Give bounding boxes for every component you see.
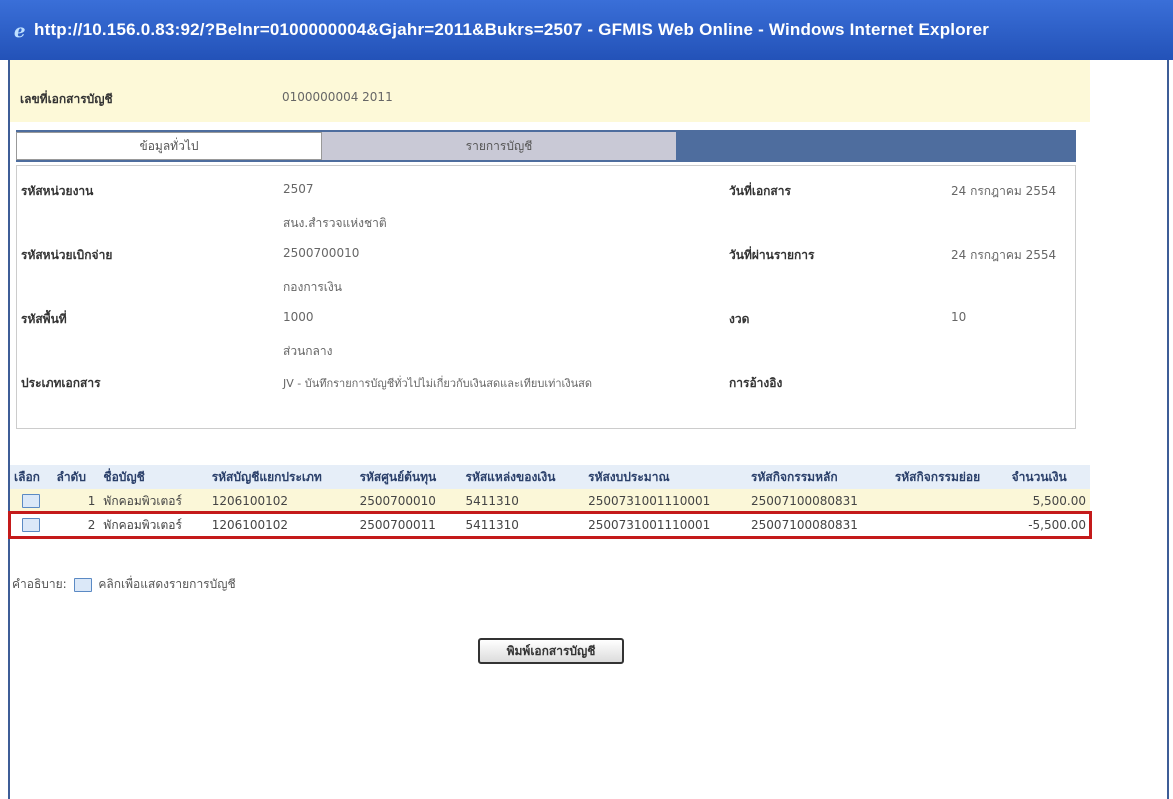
table-row: 1 พักคอมพิวเตอร์ 1206100102 2500700010 5… xyxy=(10,489,1090,513)
col-budget-code: รหัสงบประมาณ xyxy=(584,465,748,489)
legend-text: คลิกเพื่อแสดงรายการบัญชี xyxy=(98,577,236,591)
area-code: 1000 xyxy=(283,310,314,324)
unit-code: 2507 xyxy=(283,182,314,196)
row-main-activity: 25007100080831 xyxy=(747,489,891,513)
window-title-bar: ℯ http://10.156.0.83:92/?Belnr=010000000… xyxy=(0,0,1173,60)
period-label: งวด xyxy=(729,312,750,326)
doctype-value: JV - บันทึกรายการบัญชีทั่วไปไม่เกี่ยวกับ… xyxy=(283,377,593,390)
col-account-name: ชื่อบัญชี xyxy=(99,465,208,489)
col-fund-source: รหัสแหล่งของเงิน xyxy=(461,465,585,489)
table-header-row: เลือก ลำดับ ชื่อบัญชี รหัสบัญชีแยกประเภท… xyxy=(10,465,1090,489)
reference-label: การอ้างอิง xyxy=(729,376,783,390)
col-sub-activity: รหัสกิจกรรมย่อย xyxy=(890,465,1008,489)
browser-content: เลขที่เอกสารบัญชี 0100000004 2011 ข้อมูล… xyxy=(8,60,1169,799)
table-row-highlighted: 2 พักคอมพิวเตอร์ 1206100102 2500700011 5… xyxy=(8,511,1092,539)
row-fund-source: 5411310 xyxy=(461,513,585,537)
row-budget-code: 2500731001110001 xyxy=(584,489,748,513)
area-label: รหัสพื้นที่ xyxy=(21,312,67,326)
row-cost-center: 2500700010 xyxy=(355,489,462,513)
disb-code: 2500700010 xyxy=(283,246,360,260)
row-main-activity: 25007100080831 xyxy=(747,513,891,537)
legend-prefix: คำอธิบาย: xyxy=(12,577,67,591)
tab-bar: ข้อมูลทั่วไป รายการบัญชี xyxy=(16,130,1076,162)
row-account-name: พักคอมพิวเตอร์ xyxy=(99,513,208,537)
folder-icon xyxy=(73,577,92,592)
row-gl-code: 1206100102 xyxy=(207,489,356,513)
row-seq: 1 xyxy=(52,489,100,513)
doc-number-value: 0100000004 2011 xyxy=(282,90,393,104)
col-amount: จำนวนเงิน xyxy=(1007,465,1090,489)
tab-general[interactable]: ข้อมูลทั่วไป xyxy=(16,132,322,160)
col-cost-center: รหัสศูนย์ต้นทุน xyxy=(355,465,462,489)
row-sub-activity xyxy=(890,513,1008,537)
row-fund-source: 5411310 xyxy=(461,489,585,513)
tab-account-items[interactable]: รายการบัญชี xyxy=(322,132,676,160)
row-sub-activity xyxy=(890,489,1008,513)
doctype-label: ประเภทเอกสาร xyxy=(21,376,101,390)
print-document-button[interactable]: พิมพ์เอกสารบัญชี xyxy=(478,638,624,664)
row-gl-code: 1206100102 xyxy=(207,513,356,537)
col-select: เลือก xyxy=(10,465,53,489)
row-account-name: พักคอมพิวเตอร์ xyxy=(99,489,208,513)
row-amount: -5,500.00 xyxy=(1007,513,1090,537)
account-items-table: เลือก ลำดับ ชื่อบัญชี รหัสบัญชีแยกประเภท… xyxy=(8,465,1092,539)
area-name: ส่วนกลาง xyxy=(283,344,333,358)
folder-icon[interactable] xyxy=(22,494,41,509)
postdate-label: วันที่ผ่านรายการ xyxy=(729,248,815,262)
unit-label: รหัสหน่วยงาน xyxy=(21,184,94,198)
general-info-panel: รหัสหน่วยงาน 2507 สนง.สำรวจแห่งชาติ รหัส… xyxy=(16,165,1076,429)
row-amount: 5,500.00 xyxy=(1007,489,1090,513)
disb-name: กองการเงิน xyxy=(283,280,342,294)
col-gl-code: รหัสบัญชีแยกประเภท xyxy=(207,465,356,489)
folder-icon[interactable] xyxy=(22,518,41,533)
window-title: http://10.156.0.83:92/?Belnr=0100000004&… xyxy=(34,20,990,39)
row-budget-code: 2500731001110001 xyxy=(584,513,748,537)
document-header: เลขที่เอกสารบัญชี 0100000004 2011 xyxy=(10,60,1090,122)
legend: คำอธิบาย: คลิกเพื่อแสดงรายการบัญชี xyxy=(12,575,236,594)
doc-number-label: เลขที่เอกสารบัญชี xyxy=(20,92,113,106)
ie-icon: ℯ xyxy=(14,21,26,42)
unit-name: สนง.สำรวจแห่งชาติ xyxy=(283,216,387,230)
col-main-activity: รหัสกิจกรรมหลัก xyxy=(747,465,891,489)
docdate-label: วันที่เอกสาร xyxy=(729,184,791,198)
row-seq: 2 xyxy=(52,513,100,537)
disb-label: รหัสหน่วยเบิกจ่าย xyxy=(21,248,113,262)
period-value: 10 xyxy=(951,310,967,324)
col-seq: ลำดับ xyxy=(52,465,100,489)
postdate-value: 24 กรกฎาคม 2554 xyxy=(951,248,1057,262)
row-cost-center: 2500700011 xyxy=(355,513,462,537)
docdate-value: 24 กรกฎาคม 2554 xyxy=(951,184,1057,198)
